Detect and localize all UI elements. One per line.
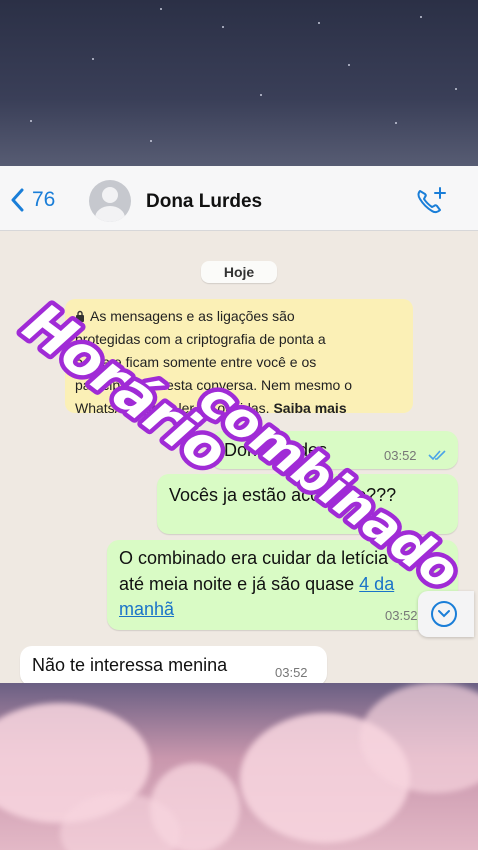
person-avatar-icon[interactable] <box>89 180 131 222</box>
time-link[interactable]: 4 da <box>359 574 394 594</box>
add-call-icon[interactable] <box>414 185 448 215</box>
learn-more-link[interactable]: Saiba mais <box>273 400 346 416</box>
lock-icon <box>76 310 84 322</box>
message-text: Não te interessa menina <box>32 655 228 675</box>
message-time: 03:52 <box>384 448 417 463</box>
time-link-continued[interactable]: manhã <box>119 599 174 620</box>
notice-line-3: ponta e ficam somente entre você e os <box>75 354 317 370</box>
message-bubble-outgoing[interactable]: Vocês ja estão acordado??? <box>157 474 458 534</box>
scroll-down-button[interactable] <box>418 591 474 637</box>
chat-screen: 76 Dona Lurdes Hoje As mensagens e as li… <box>0 166 478 683</box>
message-bubble-outgoing[interactable]: O combinado era cuidar da letícia até me… <box>107 540 458 630</box>
message-time: 03:52 <box>275 665 308 680</box>
notice-line-2: protegidas com a criptografia de ponta a <box>75 331 326 347</box>
message-text-line-2: até meia noite e já são quase <box>119 574 360 594</box>
read-receipt-icon <box>428 450 446 461</box>
encryption-notice[interactable]: As mensagens e as ligações são protegida… <box>65 299 413 416</box>
chevron-left-icon <box>11 188 24 212</box>
notice-line-1: As mensagens e as ligações são <box>90 308 295 324</box>
pink-clouds-background <box>0 683 478 850</box>
message-time: 03:52 <box>385 608 418 623</box>
starry-sky-background <box>0 0 478 166</box>
notice-line-4: participantes desta conversa. Nem mesmo … <box>75 377 353 393</box>
notice-line-5: WhatsApp pode ler ou ouvi-las. <box>75 400 274 416</box>
message-text: Vocês ja estão acordado??? <box>169 485 397 505</box>
contact-name[interactable]: Dona Lurdes <box>146 191 262 213</box>
chat-header: 76 Dona Lurdes <box>0 166 478 231</box>
message-bubble-incoming[interactable]: Não te interessa menina 03:52 <box>20 646 327 683</box>
message-text-line-1: O combinado era cuidar da letícia <box>119 548 389 568</box>
chevron-down-icon <box>431 601 457 627</box>
message-bubble-outgoing[interactable]: Dona Lurdes 03:52 <box>210 431 458 469</box>
date-chip: Hoje <box>201 261 277 283</box>
unread-count: 76 <box>32 188 56 211</box>
message-text: Dona Lurdes <box>224 440 328 460</box>
back-button[interactable]: 76 <box>10 188 55 212</box>
